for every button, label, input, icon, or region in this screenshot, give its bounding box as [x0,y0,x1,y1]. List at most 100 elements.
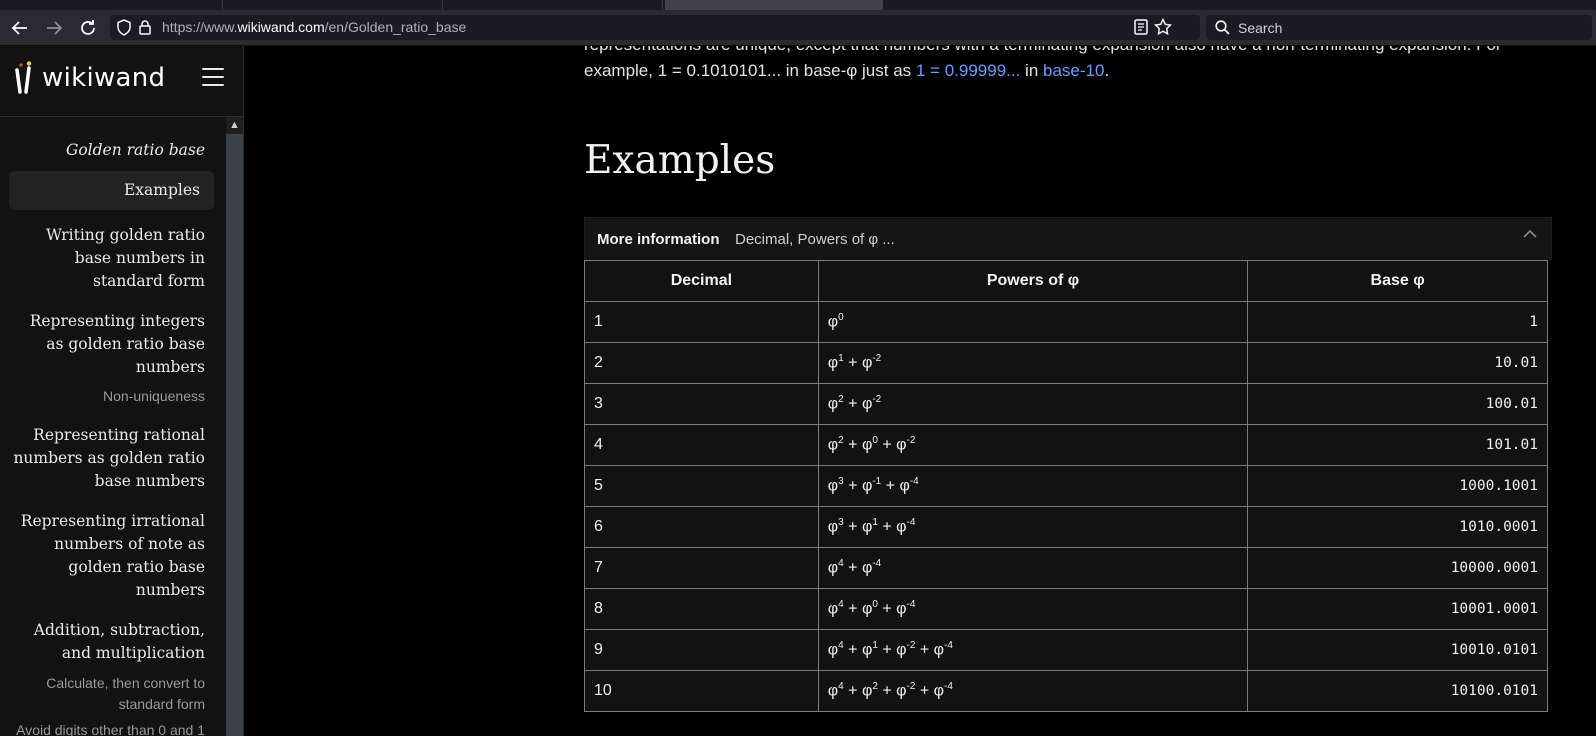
powers-cell: φ4 + φ1 + φ-2 + φ-4 [817,629,1249,671]
phi-symbol: φ [933,682,944,700]
toc-item-arithmetic[interactable]: Addition, subtraction, and multiplicatio… [0,619,226,665]
plus-sign: + [843,354,862,372]
exponent: -2 [906,435,916,447]
article-area: representations are unique, except that … [244,46,1596,736]
toc-item-rational[interactable]: Representing rational numbers as golden … [0,424,226,493]
bookmark-star-icon[interactable] [1153,17,1173,41]
lock-icon[interactable] [138,19,152,40]
back-icon[interactable] [9,17,31,39]
decimal-cell: 10 [584,670,819,712]
phi-symbol: φ [861,436,873,454]
url-text[interactable]: https://www.wikiwand.com/en/Golden_ratio… [162,19,466,35]
toc-subitem-calculate[interactable]: Calculate, then convert to standard form [0,673,226,715]
brand-name[interactable]: wikiwand [42,63,165,93]
phi-symbol: φ [861,354,873,372]
decimal-cell: 6 [584,506,819,548]
chevron-up-icon[interactable] [1523,226,1537,244]
paragraph-text: . [1104,61,1110,80]
phi-symbol: φ [861,395,873,413]
paragraph-text: in [1020,61,1044,80]
scroll-up-icon[interactable]: ▲ [226,117,243,134]
forward-icon[interactable] [43,17,65,39]
search-icon [1215,20,1230,40]
phi-symbol: φ [861,559,873,577]
table-row: 2 φ1 + φ-2 10.01 [584,342,1548,384]
plus-sign: + [843,682,862,700]
phi-symbol: φ [896,436,907,454]
search-box[interactable]: Search [1206,15,1592,40]
powers-cell: φ0 [817,301,1249,343]
decimal-cell: 5 [584,465,819,507]
plus-sign: + [915,641,934,659]
menu-icon[interactable] [202,68,224,86]
link-0-99999[interactable]: 1 = 0.99999... [916,61,1020,80]
browser-tab-active[interactable] [665,0,883,10]
plus-sign: + [881,477,900,495]
plus-sign: + [843,641,862,659]
phi-symbol: φ [827,641,839,659]
base-phi-cell: 1010.0001 [1247,506,1548,548]
exponent: -1 [872,476,882,488]
base-phi-cell: 100.01 [1247,383,1548,425]
powers-cell: φ4 + φ0 + φ-4 [817,588,1249,630]
column-header-decimal: Decimal [584,260,819,302]
table-header-row: Decimal Powers of φ Base φ [584,260,1548,302]
phi-symbol: φ [896,641,907,659]
browser-tab[interactable] [222,0,443,10]
reader-view-icon[interactable] [1134,19,1148,40]
phi-symbol: φ [861,518,873,536]
phi-symbol: φ [827,518,839,536]
paragraph-text: representations are unique, except that … [584,46,1502,54]
toc-subitem-avoid-digits[interactable]: Avoid digits other than 0 and 1 [0,720,226,736]
more-information-desc: Decimal, Powers of φ ... [735,231,895,248]
sidebar-scrollbar[interactable]: ▲ [226,117,243,736]
shield-icon[interactable] [116,19,132,41]
reload-icon[interactable] [77,17,99,39]
phi-symbol: φ [827,559,839,577]
brand-header: wikiwand [0,46,243,117]
search-placeholder: Search [1238,20,1283,36]
plus-sign: + [843,600,862,618]
powers-cell: φ4 + φ2 + φ-2 + φ-4 [817,670,1249,712]
decimal-cell: 4 [584,424,819,466]
exponent: -4 [909,476,919,488]
base-phi-cell: 1000.1001 [1247,465,1548,507]
toc-item-title[interactable]: Golden ratio base [0,139,226,162]
toc-subitem-non-uniqueness[interactable]: Non-uniqueness [0,386,226,407]
powers-cell: φ2 + φ-2 [817,383,1249,425]
table-row: 3 φ2 + φ-2 100.01 [584,383,1548,425]
wikiwand-logo-icon[interactable] [12,60,34,99]
powers-cell: φ4 + φ-4 [817,547,1249,589]
section-heading: Examples [584,138,776,183]
phi-symbol: φ [896,600,907,618]
column-header-powers: Powers of φ [817,260,1249,302]
table-row: 1 φ0 1 [584,301,1548,343]
link-base-10[interactable]: base-10 [1043,61,1104,80]
base-phi-cell: 10010.0101 [1247,629,1548,671]
plus-sign: + [915,682,934,700]
phi-symbol: φ [827,682,839,700]
toc-item-integers[interactable]: Representing integers as golden ratio ba… [0,310,226,379]
article-paragraph: representations are unique, except that … [584,46,1552,84]
browser-tab[interactable] [0,0,223,10]
exponent: -2 [872,353,882,365]
toc-item-examples[interactable]: Examples [9,171,214,210]
browser-tab[interactable] [442,0,663,10]
powers-cell: φ3 + φ1 + φ-4 [817,506,1249,548]
powers-cell: φ2 + φ0 + φ-2 [817,424,1249,466]
toc-item-standard-form[interactable]: Writing golden ratio base numbers in sta… [0,224,226,293]
more-information-toggle[interactable]: More information Decimal, Powers of φ ..… [584,217,1552,260]
base-phi-cell: 10.01 [1247,342,1548,384]
url-domain: wikiwand.com [237,19,325,35]
url-bar[interactable]: https://www.wikiwand.com/en/Golden_ratio… [110,15,1200,40]
toc-item-irrational[interactable]: Representing irrational numbers of note … [0,510,226,602]
tab-strip [0,0,1596,10]
powers-cell: φ1 + φ-2 [817,342,1249,384]
decimal-cell: 1 [584,301,819,343]
phi-symbol: φ [861,477,873,495]
decimal-cell: 2 [584,342,819,384]
url-prefix: https://www. [162,19,238,35]
phi-symbol: φ [827,436,839,454]
phi-symbol: φ [896,518,907,536]
paragraph-text: example, 1 = 0.1010101... in base-φ just… [584,61,916,80]
